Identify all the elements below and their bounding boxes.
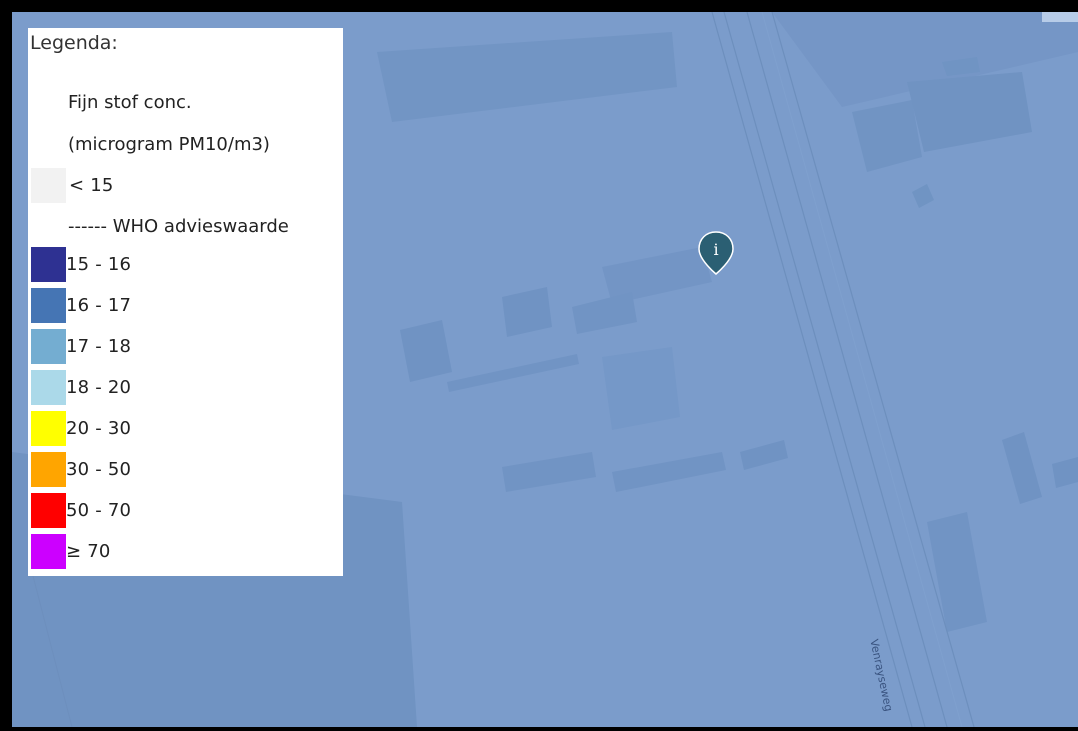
legend-title: Legenda:: [30, 32, 118, 54]
building-shape: [740, 440, 788, 470]
legend-row: 17 - 18: [31, 327, 131, 365]
building-shape: [1052, 457, 1078, 488]
map-control-edge: [1042, 12, 1078, 22]
legend-row: 20 - 30: [31, 409, 131, 447]
legend-swatch: [31, 410, 66, 446]
legend-swatch: [31, 369, 66, 405]
legend-label: 17 - 18: [66, 335, 132, 357]
building-shape: [912, 184, 934, 208]
info-glyph: i: [713, 240, 718, 259]
legend-swatch: [31, 451, 66, 487]
legend-label: 15 - 16: [66, 253, 132, 275]
legend-swatch: [31, 287, 66, 323]
legend-swatch: [31, 492, 66, 528]
legend-heading-line1: Fijn stof conc.: [68, 92, 192, 113]
building-shape: [602, 347, 680, 430]
building-shape: [400, 320, 452, 382]
building-shape: [927, 512, 987, 632]
legend-swatch: [31, 328, 66, 364]
legend-row-below: < 15: [31, 166, 114, 204]
building-shape: [377, 32, 677, 122]
legend-label: 16 - 17: [66, 294, 132, 316]
legend-row: ≥ 70: [31, 532, 111, 570]
legend-label: < 15: [69, 174, 114, 196]
legend-row: 15 - 16: [31, 245, 131, 283]
legend-label: ≥ 70: [66, 540, 111, 562]
building-shape: [502, 287, 552, 337]
legend-label: 50 - 70: [66, 499, 132, 521]
legend-label: 30 - 50: [66, 458, 132, 480]
legend-who-line: ------ WHO advieswaarde: [68, 216, 289, 237]
building-shape: [502, 452, 596, 492]
legend-swatch: [31, 246, 66, 282]
legend-swatch: [31, 167, 66, 203]
legend-heading-line2: (microgram PM10/m3): [68, 134, 270, 155]
building-shape: [1002, 432, 1042, 504]
road-shape: [447, 354, 579, 392]
legend-row: 16 - 17: [31, 286, 131, 324]
info-marker-icon[interactable]: i: [697, 230, 735, 276]
legend-swatch: [31, 533, 66, 569]
building-shape: [907, 72, 1032, 152]
legend-label: 18 - 20: [66, 376, 132, 398]
building-shape: [852, 100, 922, 172]
legend-label: 20 - 30: [66, 417, 132, 439]
legend-row: 50 - 70: [31, 491, 131, 529]
building-shape: [572, 292, 637, 334]
legend-row: 30 - 50: [31, 450, 131, 488]
legend-row: 18 - 20: [31, 368, 131, 406]
legend-panel: Legenda: Fijn stof conc. (microgram PM10…: [28, 28, 343, 576]
map-frame: Venrayseweg i Legenda: Fijn stof conc. (…: [0, 0, 1078, 731]
building-shape: [612, 452, 726, 492]
